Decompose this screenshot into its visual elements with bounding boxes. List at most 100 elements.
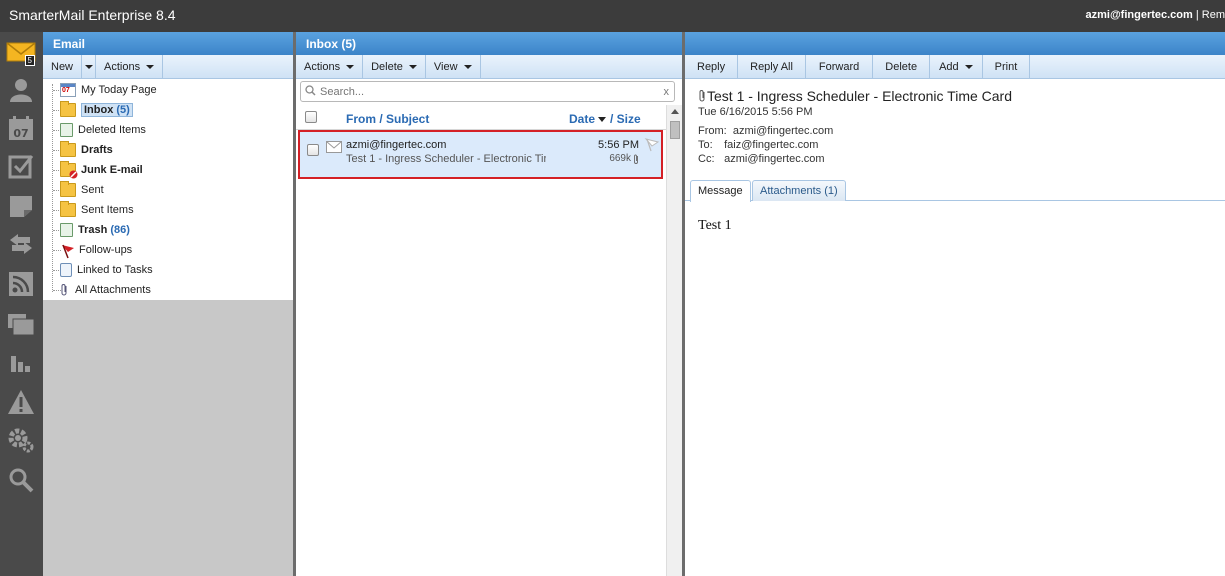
email-actions-button[interactable]: Actions [96,55,164,78]
message-checkbox[interactable] [307,144,319,156]
message-from-line: From: azmi@fingertec.com [698,125,833,137]
file-storage-icon[interactable] [5,308,37,340]
folder-label: Inbox [84,104,114,116]
date-column-header[interactable]: Date [569,112,607,126]
folder-label: Trash [78,224,108,236]
sent-folder-icon [60,181,76,197]
tab-attachments[interactable]: Attachments (1) [752,180,846,201]
clear-search-icon[interactable]: x [664,86,670,98]
message-time: 5:56 PM [598,139,639,151]
folder-label: Linked to Tasks [77,264,153,276]
chevron-down-icon [84,64,93,69]
search-icon[interactable] [5,464,37,496]
search-input[interactable] [320,85,664,98]
user-menu-suffix[interactable]: | Rem [1196,9,1225,21]
from-subject-column-header[interactable]: From / Subject [346,112,429,126]
delete-label: Delete [885,60,918,73]
reading-toolbar: Reply Reply All Forward Delete Add Print [685,55,1225,79]
forward-button[interactable]: Forward [806,55,874,78]
folder-label: Sent [81,184,104,196]
flag-icon [60,243,74,259]
cc-value: azmi@fingertec.com [724,153,825,165]
folder-item-linked-to-tasks[interactable]: Linked to Tasks [60,261,153,279]
inbox-toolbar: Actions Delete View [296,55,682,79]
message-size: 669k [609,153,631,164]
print-label: Print [994,60,1018,73]
junk-folder-icon [60,161,78,179]
rss-icon[interactable] [5,268,37,300]
chevron-down-icon [964,64,973,69]
folder-item-junk-email[interactable]: Junk E-mail [60,161,143,179]
mail-icon[interactable]: 5 [5,36,37,68]
chevron-down-icon [408,64,417,69]
tab-message[interactable]: Message [690,180,751,202]
reports-icon[interactable] [5,346,37,378]
sync-icon[interactable] [5,228,37,260]
list-delete-button[interactable]: Delete [363,55,426,78]
folder-label: Sent Items [81,204,134,216]
scroll-up-icon[interactable] [671,109,679,114]
alerts-icon[interactable] [5,386,37,418]
mail-unread-badge: 5 [24,55,35,66]
folder-item-all-attachments[interactable]: All Attachments [60,281,151,299]
chevron-down-icon [463,64,472,69]
user-email[interactable]: azmi@fingertec.com [1085,9,1192,21]
notes-icon[interactable] [5,190,37,222]
list-actions-button[interactable]: Actions [296,55,364,78]
folder-count: (86) [110,224,130,236]
folder-panel-empty-area [43,300,293,576]
folder-label-wrap: Trash (86) [78,224,130,236]
message-list-scrollbar[interactable] [666,105,682,576]
reply-button[interactable]: Reply [685,55,739,78]
search-icon [305,84,316,99]
folder-label: Deleted Items [78,124,146,136]
print-button[interactable]: Print [983,55,1031,78]
from-value: azmi@fingertec.com [732,125,834,137]
tree-line [52,84,53,292]
folder-label: Follow-ups [79,244,133,256]
chevron-down-icon [346,64,355,69]
paperclip-icon [633,154,640,168]
message-date: Tue 6/16/2015 5:56 PM [698,106,813,118]
folder-item-sent-items[interactable]: Sent Items [60,201,134,219]
contacts-icon[interactable] [5,74,37,106]
cc-label: Cc: [698,153,715,165]
scrollbar-thumb[interactable] [670,121,680,139]
folder-item-follow-ups[interactable]: Follow-ups [60,241,132,259]
flag-outline-icon[interactable] [644,138,660,155]
task-icon [60,263,72,277]
paperclip-icon [698,89,707,106]
folder-item-sent[interactable]: Sent [60,181,104,199]
folder-item-trash[interactable]: Trash (86) [60,221,130,239]
folder-label: My Today Page [81,84,157,96]
list-actions-label: Actions [304,60,341,73]
folder-item-my-today-page[interactable]: My Today Page [60,81,157,99]
folder-label: Drafts [81,144,113,156]
add-button[interactable]: Add [930,55,983,78]
settings-icon[interactable] [5,424,37,456]
app-nav-rail: 5 07 [0,32,43,576]
new-dropdown-button[interactable] [82,55,97,78]
new-button[interactable]: New [43,55,83,78]
tasks-icon[interactable] [5,150,37,182]
sent-items-folder-icon [60,201,76,217]
email-panel-header: Email [43,32,293,55]
message-row[interactable]: azmi@fingertec.com Test 1 - Ingress Sche… [298,130,663,179]
reply-all-button[interactable]: Reply All [738,55,806,78]
view-button[interactable]: View [426,55,481,78]
folder-item-inbox[interactable]: Inbox (5) [60,101,133,119]
new-label: New [51,60,74,73]
user-area: azmi@fingertec.com | Rem [1085,9,1225,21]
deleted-items-icon [60,123,73,137]
panel-splitter[interactable] [682,32,685,576]
chevron-down-icon [146,64,155,69]
select-all-checkbox[interactable] [305,111,317,123]
folder-item-deleted-items[interactable]: Deleted Items [60,121,146,139]
size-column-header[interactable]: / Size [610,112,641,126]
folder-item-drafts[interactable]: Drafts [60,141,113,159]
message-to-line: To: faiz@fingertec.com [698,139,818,151]
reply-all-label: Reply All [750,60,793,73]
folder-count: (5) [116,104,130,116]
delete-button[interactable]: Delete [873,55,931,78]
calendar-icon[interactable]: 07 [5,112,37,144]
